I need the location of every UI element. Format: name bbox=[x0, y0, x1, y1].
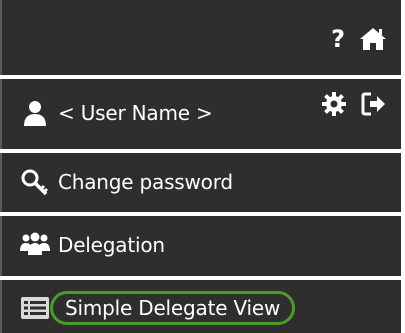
user-actions bbox=[321, 91, 387, 117]
people-icon bbox=[20, 231, 50, 259]
delegation-bar: Delegation bbox=[0, 216, 401, 276]
user-bar: < User Name > bbox=[0, 79, 401, 149]
top-actions: ? bbox=[331, 26, 387, 52]
menu-item-delegation[interactable]: Delegation bbox=[20, 231, 165, 259]
menu-item-label-highlighted: Simple Delegate View bbox=[50, 291, 296, 325]
simple-delegate-view-bar: Simple Delegate View bbox=[0, 280, 401, 333]
menu-item-label: Delegation bbox=[58, 233, 165, 257]
logout-icon[interactable] bbox=[361, 91, 387, 117]
user-name-item[interactable]: < User Name > bbox=[20, 99, 213, 127]
list-icon bbox=[20, 294, 50, 322]
key-icon bbox=[20, 168, 50, 196]
help-icon[interactable]: ? bbox=[331, 27, 345, 51]
top-bar: ? bbox=[0, 0, 401, 75]
menu-panel: ? < User Name > Change password Delegati… bbox=[0, 0, 405, 333]
home-icon[interactable] bbox=[359, 26, 387, 52]
user-name-label: < User Name > bbox=[58, 101, 213, 125]
user-icon bbox=[20, 99, 50, 127]
menu-item-label: Change password bbox=[58, 170, 233, 194]
change-password-bar: Change password bbox=[0, 153, 401, 212]
gear-icon[interactable] bbox=[321, 91, 347, 117]
menu-item-change-password[interactable]: Change password bbox=[20, 168, 233, 196]
menu-item-simple-delegate-view[interactable]: Simple Delegate View bbox=[20, 291, 296, 325]
